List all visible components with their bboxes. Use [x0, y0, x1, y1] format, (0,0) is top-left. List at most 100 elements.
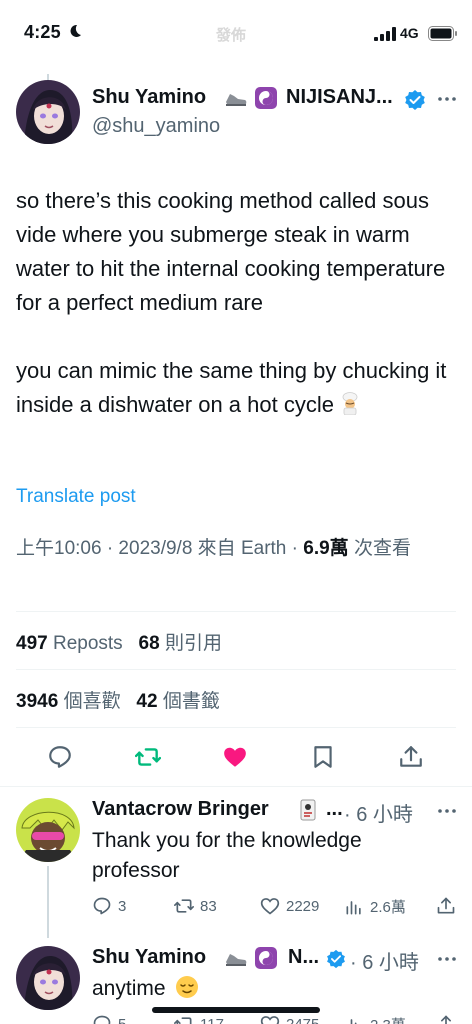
reply-author-badges [224, 946, 278, 970]
reply-action-bar: 5 117 2475 2.3萬 [92, 1014, 462, 1024]
reply-more-options-icon[interactable] [436, 948, 458, 970]
tweet-timestamp[interactable]: 上午10:06 · 2023/9/8 來自 Earth · [16, 538, 303, 559]
reply-icon [93, 1015, 111, 1024]
repost-icon[interactable] [135, 744, 161, 770]
status-time: 4:25 [24, 22, 61, 42]
reply-avatar[interactable] [16, 946, 80, 1010]
divider [16, 611, 456, 612]
reposts-count: 497 [16, 633, 48, 654]
repost-icon [174, 1017, 192, 1024]
stats-row-1: 497 Reposts 68 則引用 [16, 628, 222, 655]
more-options-icon[interactable] [436, 88, 458, 110]
reply-views-action[interactable]: 2.6萬 [344, 896, 406, 917]
tweet-action-bar [0, 738, 472, 778]
likes-label: 個喜歡 [63, 691, 121, 712]
likes-count: 3946 [16, 691, 59, 712]
bookmarks-label: 個書籤 [162, 691, 220, 712]
moon-icon [70, 24, 81, 37]
shoe-icon [224, 86, 248, 110]
author-handle[interactable]: @shu_yamino [92, 115, 220, 138]
like-icon [260, 1016, 280, 1024]
author-avatar[interactable] [16, 80, 80, 144]
reply-text-content: anytime [92, 977, 166, 1000]
author-avatar-image [16, 80, 80, 144]
repost-icon [174, 899, 194, 913]
yin-yang-icon [254, 86, 278, 110]
bookmark-icon[interactable] [310, 744, 336, 770]
views-icon [346, 900, 361, 914]
like-count: 2229 [286, 897, 320, 915]
reply-share-action[interactable] [436, 1014, 456, 1024]
share-icon [437, 897, 455, 914]
bookmarks-count: 42 [136, 691, 158, 712]
network-label: 4G [400, 25, 419, 41]
reposts-stat[interactable]: 497 Reposts [16, 633, 123, 654]
status-bar: 4:25 發佈 4G [0, 0, 472, 70]
reply-avatar-image [16, 798, 80, 862]
thread-connector [47, 866, 49, 938]
reply-reply-action[interactable]: 3 [92, 896, 126, 916]
divider [16, 669, 456, 670]
like-icon [260, 898, 280, 915]
translate-post-link[interactable]: Translate post [16, 486, 136, 508]
tweet-views-label: 次查看 [348, 538, 411, 559]
reply-text: Thank you for the knowledge professor [92, 829, 362, 882]
card-emoji-icon [296, 798, 320, 822]
reply-like-action[interactable]: 2475 [260, 1014, 319, 1024]
tweet-views-count: 6.9萬 [303, 538, 349, 559]
tweet-meta: 上午10:06 · 2023/9/8 來自 Earth · 6.9萬 次查看 [16, 534, 456, 564]
author-badges [224, 86, 278, 110]
reply-icon [93, 897, 111, 915]
likes-stat[interactable]: 3946 個喜歡 [16, 691, 121, 712]
reply-author-affiliation[interactable]: N... [288, 946, 319, 969]
yin-yang-icon [254, 946, 278, 970]
divider [16, 727, 456, 728]
repost-count: 83 [200, 897, 217, 915]
views-count: 2.6萬 [370, 899, 406, 916]
reply-repost-action[interactable]: 83 [174, 896, 217, 916]
reply-views-action[interactable]: 2.3萬 [344, 1014, 406, 1024]
reply-author-name[interactable]: Vantacrow Bringer [92, 798, 269, 821]
reposts-label: Reposts [52, 633, 123, 654]
reply-time[interactable]: · 6 小時 [344, 798, 413, 827]
author-name[interactable]: Shu Yamino [92, 86, 206, 109]
like-icon[interactable] [222, 744, 248, 770]
reply-avatar[interactable] [16, 798, 80, 862]
verified-badge-icon [327, 949, 345, 969]
tweet-paragraph-1: so there’s this cooking method called so… [16, 188, 446, 315]
battery-icon [428, 26, 457, 41]
tweet-text: so there’s this cooking method called so… [16, 184, 464, 422]
reply-repost-action[interactable]: 117 [174, 1014, 224, 1024]
shoe-icon [224, 946, 248, 970]
reply-avatar-image [16, 946, 80, 1010]
quotes-label: 則引用 [164, 633, 222, 654]
repost-count: 117 [200, 1015, 224, 1024]
reply-icon[interactable] [47, 744, 73, 770]
reply-name-ellipsis: ... [326, 798, 343, 820]
reply-action-bar: 3 83 2229 2.6萬 [92, 896, 462, 920]
reply-like-action[interactable]: 2229 [260, 896, 319, 916]
reply-author-name[interactable]: Shu Yamino [92, 946, 206, 969]
home-indicator[interactable] [152, 1007, 320, 1013]
reply-count: 3 [118, 897, 127, 915]
reply-more-options-icon[interactable] [436, 800, 458, 822]
share-icon[interactable] [398, 744, 424, 770]
views-icon [346, 1018, 357, 1024]
quotes-count: 68 [138, 633, 160, 654]
signal-icon [374, 27, 396, 41]
quotes-stat[interactable]: 68 則引用 [139, 633, 222, 654]
tweet-paragraph-2-text: you can mimic the same thing by chucking… [16, 358, 447, 417]
reply-reply-action[interactable]: 5 [92, 1014, 126, 1024]
relieved-face-emoji-icon [176, 976, 199, 998]
reply-text: anytime [92, 974, 452, 1004]
divider [0, 786, 472, 787]
author-affiliation[interactable]: NIJISANJ... [286, 86, 393, 109]
reply-time[interactable]: · 6 小時 [350, 946, 419, 975]
share-icon [441, 1015, 451, 1024]
stats-row-2: 3946 個喜歡 42 個書籤 [16, 686, 220, 713]
verified-badge-icon [405, 90, 425, 110]
tweet-paragraph-2: you can mimic the same thing by chucking… [16, 354, 464, 422]
bookmarks-stat[interactable]: 42 個書籤 [136, 691, 219, 712]
reply-share-action[interactable] [436, 896, 456, 916]
status-center-label: 發佈 [216, 27, 247, 44]
